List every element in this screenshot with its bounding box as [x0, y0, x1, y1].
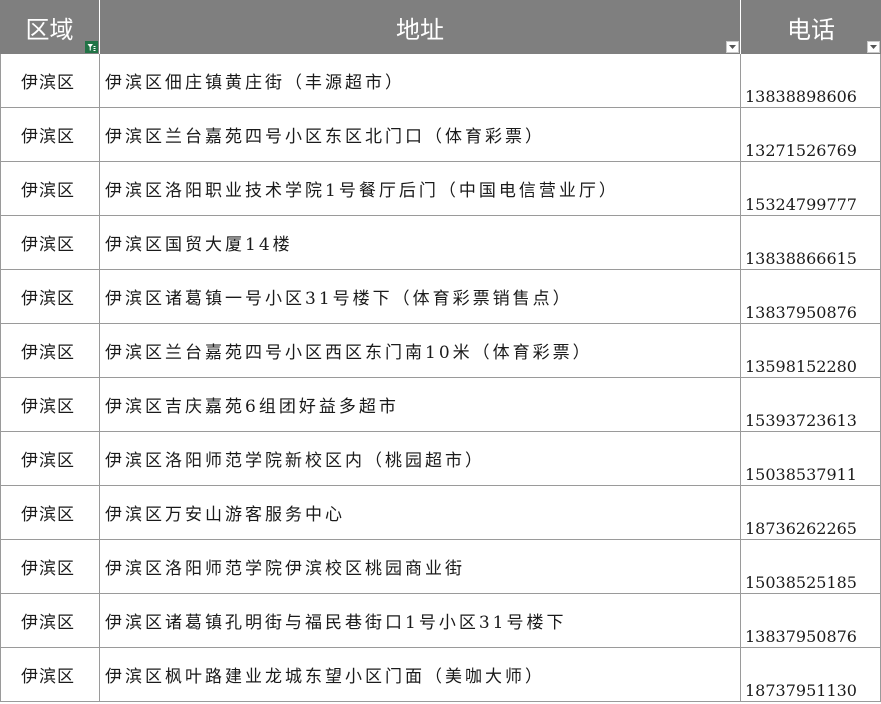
table-row: 伊滨区 伊滨区万安山游客服务中心 18736262265 [0, 486, 881, 540]
table-row: 伊滨区 伊滨区洛阳职业技术学院1号餐厅后门（中国电信营业厅） 15324799777 [0, 162, 881, 216]
address-cell[interactable]: 伊滨区枫叶路建业龙城东望小区门面（美咖大师） [100, 648, 741, 701]
phone-cell[interactable]: 15038537911 [741, 432, 881, 485]
phone-cell[interactable]: 13837950876 [741, 594, 881, 647]
region-cell[interactable]: 伊滨区 [0, 378, 100, 431]
address-cell[interactable]: 伊滨区万安山游客服务中心 [100, 486, 741, 539]
region-cell[interactable]: 伊滨区 [0, 162, 100, 215]
phone-cell[interactable]: 13598152280 [741, 324, 881, 377]
phone-cell[interactable]: 13838866615 [741, 216, 881, 269]
phone-cell[interactable]: 18737951130 [741, 648, 881, 701]
spreadsheet-table: 区域 地址 电话 伊滨区 伊滨区佃庄镇黄庄街（丰源超市） 13838898606 伊滨… [0, 0, 881, 704]
phone-cell[interactable]: 15393723613 [741, 378, 881, 431]
region-cell[interactable]: 伊滨区 [0, 216, 100, 269]
table-body: 伊滨区 伊滨区佃庄镇黄庄街（丰源超市） 13838898606 伊滨区 伊滨区兰台嘉苑四… [0, 54, 881, 702]
column-header-address[interactable]: 地址 [100, 0, 741, 54]
dropdown-arrow-icon[interactable] [726, 41, 739, 53]
table-row: 伊滨区 伊滨区枫叶路建业龙城东望小区门面（美咖大师） 18737951130 [0, 648, 881, 702]
address-cell[interactable]: 伊滨区洛阳师范学院新校区内（桃园超市） [100, 432, 741, 485]
address-cell[interactable]: 伊滨区佃庄镇黄庄街（丰源超市） [100, 54, 741, 107]
table-row: 伊滨区 伊滨区洛阳师范学院伊滨校区桃园商业街 15038525185 [0, 540, 881, 594]
address-cell[interactable]: 伊滨区诸葛镇孔明街与福民巷街口1号小区31号楼下 [100, 594, 741, 647]
region-cell[interactable]: 伊滨区 [0, 54, 100, 107]
table-row: 伊滨区 伊滨区诸葛镇一号小区31号楼下（体育彩票销售点） 13837950876 [0, 270, 881, 324]
column-header-label: 区域 [25, 15, 74, 44]
region-cell[interactable]: 伊滨区 [0, 486, 100, 539]
phone-cell[interactable]: 13271526769 [741, 108, 881, 161]
region-cell[interactable]: 伊滨区 [0, 432, 100, 485]
table-row: 伊滨区 伊滨区国贸大厦14楼 13838866615 [0, 216, 881, 270]
address-cell[interactable]: 伊滨区吉庆嘉苑6组团好益多超市 [100, 378, 741, 431]
region-cell[interactable]: 伊滨区 [0, 324, 100, 377]
region-cell[interactable]: 伊滨区 [0, 648, 100, 701]
filter-funnel-icon[interactable] [85, 41, 98, 53]
address-cell[interactable]: 伊滨区洛阳师范学院伊滨校区桃园商业街 [100, 540, 741, 593]
region-cell[interactable]: 伊滨区 [0, 270, 100, 323]
address-cell[interactable]: 伊滨区国贸大厦14楼 [100, 216, 741, 269]
table-row: 伊滨区 伊滨区洛阳师范学院新校区内（桃园超市） 15038537911 [0, 432, 881, 486]
phone-cell[interactable]: 15324799777 [741, 162, 881, 215]
dropdown-arrow-icon[interactable] [867, 41, 880, 53]
table-row: 伊滨区 伊滨区兰台嘉苑四号小区西区东门南10米（体育彩票） 13598152280 [0, 324, 881, 378]
address-cell[interactable]: 伊滨区兰台嘉苑四号小区东区北门口（体育彩票） [100, 108, 741, 161]
address-cell[interactable]: 伊滨区诸葛镇一号小区31号楼下（体育彩票销售点） [100, 270, 741, 323]
table-row: 伊滨区 伊滨区兰台嘉苑四号小区东区北门口（体育彩票） 13271526769 [0, 108, 881, 162]
region-cell[interactable]: 伊滨区 [0, 594, 100, 647]
header-row: 区域 地址 电话 [0, 0, 881, 54]
region-cell[interactable]: 伊滨区 [0, 108, 100, 161]
column-header-label: 地址 [396, 15, 444, 44]
phone-cell[interactable]: 15038525185 [741, 540, 881, 593]
phone-cell[interactable]: 13837950876 [741, 270, 881, 323]
phone-cell[interactable]: 13838898606 [741, 54, 881, 107]
column-header-label: 电话 [787, 15, 835, 44]
address-cell[interactable]: 伊滨区洛阳职业技术学院1号餐厅后门（中国电信营业厅） [100, 162, 741, 215]
region-cell[interactable]: 伊滨区 [0, 540, 100, 593]
address-cell[interactable]: 伊滨区兰台嘉苑四号小区西区东门南10米（体育彩票） [100, 324, 741, 377]
column-header-region[interactable]: 区域 [0, 0, 100, 54]
table-row: 伊滨区 伊滨区佃庄镇黄庄街（丰源超市） 13838898606 [0, 54, 881, 108]
table-row: 伊滨区 伊滨区吉庆嘉苑6组团好益多超市 15393723613 [0, 378, 881, 432]
phone-cell[interactable]: 18736262265 [741, 486, 881, 539]
column-header-phone[interactable]: 电话 [741, 0, 881, 54]
table-row: 伊滨区 伊滨区诸葛镇孔明街与福民巷街口1号小区31号楼下 13837950876 [0, 594, 881, 648]
